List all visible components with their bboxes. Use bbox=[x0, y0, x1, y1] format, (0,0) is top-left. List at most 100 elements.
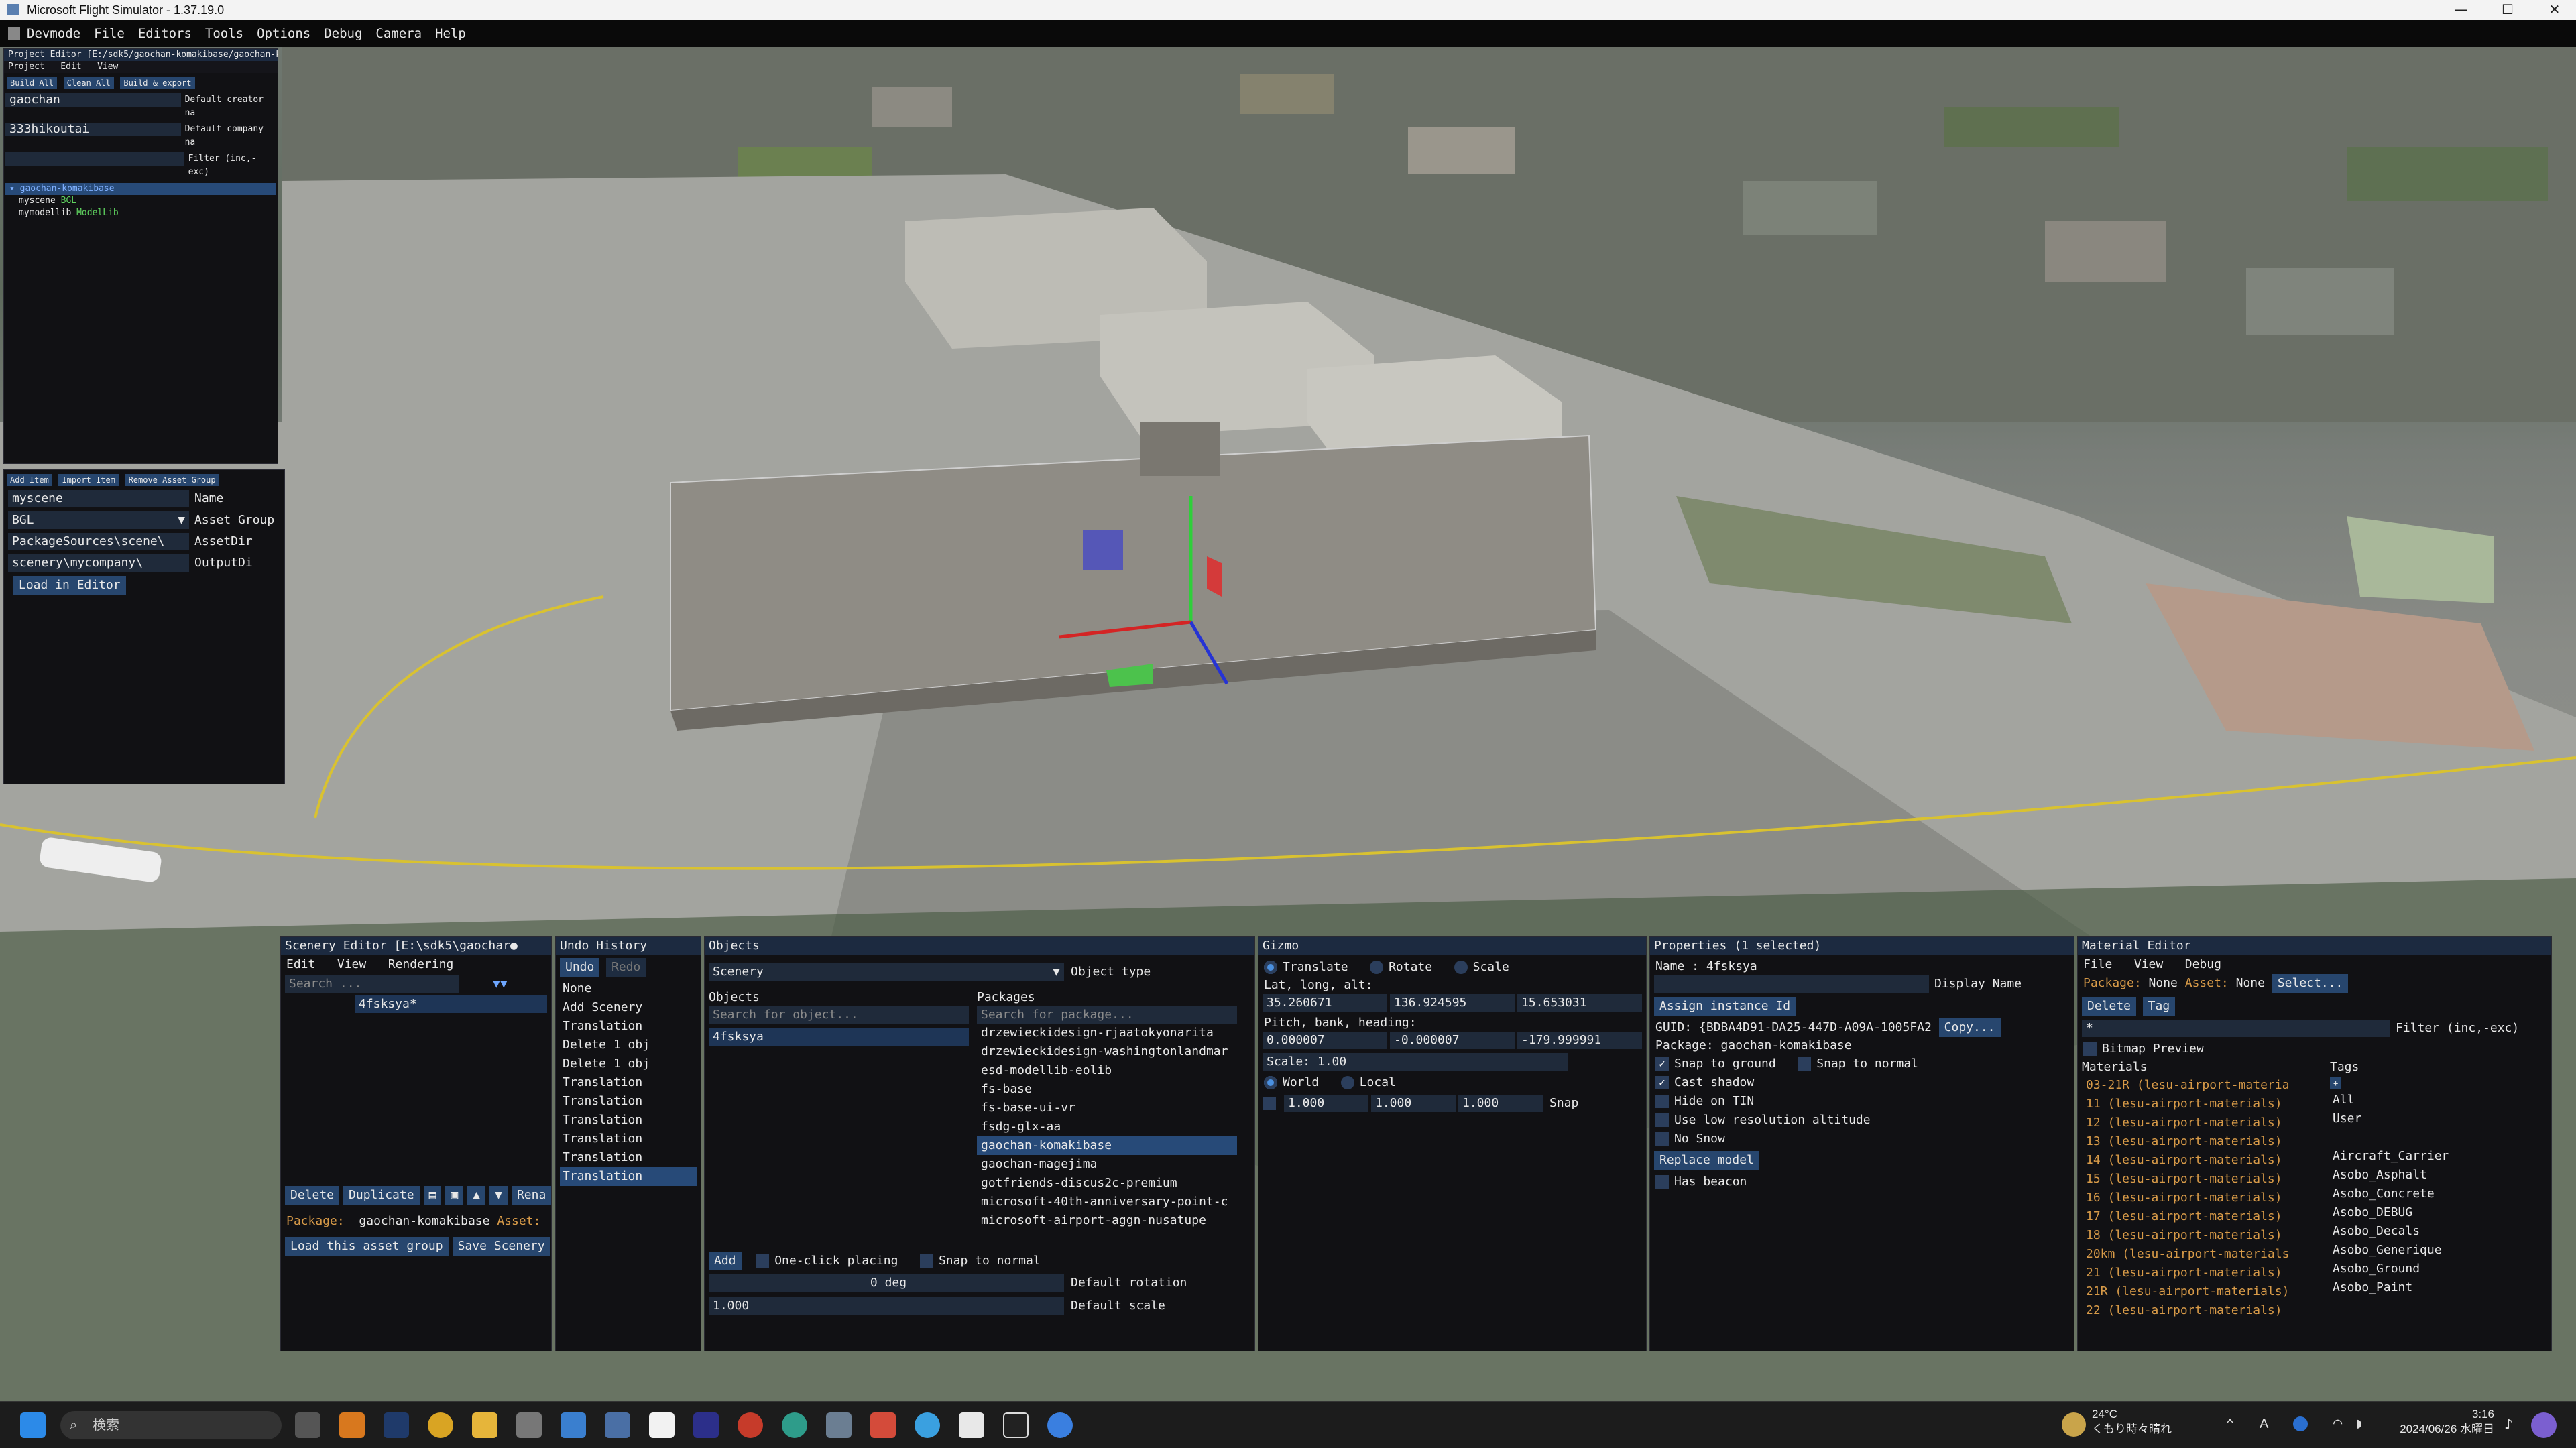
package-item[interactable]: fs-base bbox=[977, 1080, 1237, 1099]
material-tag-button[interactable]: Tag bbox=[2142, 997, 2176, 1016]
asset-group-select[interactable]: BGL ▼ bbox=[8, 511, 189, 529]
snap-x-field[interactable]: 1.000 bbox=[1284, 1095, 1368, 1112]
asset-name-field[interactable]: myscene bbox=[8, 490, 189, 507]
menu-view[interactable]: View bbox=[337, 957, 366, 971]
menu-view[interactable]: View bbox=[97, 62, 118, 72]
close-button[interactable]: ✕ bbox=[2534, 0, 2575, 20]
material-item[interactable]: 18 (lesu-airport-materials) bbox=[2082, 1226, 2317, 1245]
calculator-icon[interactable] bbox=[826, 1412, 852, 1438]
load-in-editor-button[interactable]: Load in Editor bbox=[13, 576, 126, 595]
material-item[interactable]: 14 (lesu-airport-materials) bbox=[2082, 1151, 2317, 1170]
tag-item[interactable]: Aircraft_Carrier bbox=[2330, 1147, 2538, 1166]
add-tag-icon[interactable]: + bbox=[2330, 1077, 2342, 1089]
menu-options[interactable]: Options bbox=[250, 26, 317, 41]
filter-icon[interactable]: ▼▼ bbox=[459, 975, 508, 993]
undo-button[interactable]: Undo bbox=[560, 958, 600, 977]
material-editor-title[interactable]: Material Editor bbox=[2078, 937, 2551, 955]
taskbar-search[interactable]: ⌕ 検索 bbox=[60, 1411, 282, 1439]
low-res-checkbox[interactable] bbox=[1655, 1113, 1669, 1127]
material-item[interactable]: 03-21R (lesu-airport-materia bbox=[2082, 1076, 2317, 1095]
scenery-editor-title[interactable]: Scenery Editor [E:\sdk5\gaochar● bbox=[281, 937, 551, 955]
weather-widget[interactable]: 24°C くもり時々晴れ bbox=[2092, 1407, 2172, 1437]
material-item[interactable]: 11 (lesu-airport-materials) bbox=[2082, 1095, 2317, 1113]
material-item[interactable]: 21R (lesu-airport-materials) bbox=[2082, 1282, 2317, 1301]
browser-icon[interactable] bbox=[1047, 1412, 1073, 1438]
move-down-icon[interactable]: ▼ bbox=[489, 1186, 508, 1205]
assign-instance-id-button[interactable]: Assign instance Id bbox=[1654, 997, 1796, 1016]
window-icon[interactable] bbox=[1003, 1412, 1029, 1438]
scenery-search-input[interactable]: Search ... bbox=[285, 975, 459, 993]
notification-icon[interactable]: ♪ bbox=[2504, 1416, 2513, 1433]
copy-button[interactable]: Copy... bbox=[1938, 1018, 2001, 1037]
menu-rendering[interactable]: Rendering bbox=[388, 957, 454, 971]
world-radio[interactable] bbox=[1264, 1076, 1277, 1089]
object-type-select[interactable]: Scenery ▼ bbox=[709, 963, 1064, 981]
default-rotation-slider[interactable]: 0 deg bbox=[709, 1274, 1064, 1292]
edge-icon[interactable] bbox=[782, 1412, 807, 1438]
replace-model-button[interactable]: Replace model bbox=[1654, 1151, 1759, 1170]
menu-tools[interactable]: Tools bbox=[198, 26, 250, 41]
prop-snap-normal-checkbox[interactable] bbox=[1798, 1057, 1812, 1071]
creator-field[interactable]: gaochan bbox=[5, 93, 181, 107]
no-snow-checkbox[interactable] bbox=[1655, 1132, 1669, 1146]
clock[interactable]: 3:16 2024/06/26 水曜日 bbox=[2387, 1407, 2494, 1437]
select-button[interactable]: Select... bbox=[2272, 974, 2349, 993]
menu-edit[interactable]: Edit bbox=[286, 957, 315, 971]
network-app-icon[interactable] bbox=[2293, 1416, 2308, 1431]
menu-help[interactable]: Help bbox=[428, 26, 473, 41]
task-view-icon[interactable] bbox=[295, 1412, 320, 1438]
remove-asset-group-button[interactable]: Remove Asset Group bbox=[125, 474, 219, 486]
undo-history-item[interactable]: Translation bbox=[560, 1130, 697, 1148]
default-scale-field[interactable]: 1.000 bbox=[709, 1297, 1064, 1315]
beacon-checkbox[interactable] bbox=[1655, 1175, 1669, 1189]
material-item[interactable]: 16 (lesu-airport-materials) bbox=[2082, 1189, 2317, 1207]
ime-indicator[interactable]: A bbox=[2260, 1416, 2268, 1432]
delete-button[interactable]: Delete bbox=[285, 1186, 340, 1205]
pitch-field[interactable]: 0.000007 bbox=[1263, 1032, 1387, 1049]
add-item-button[interactable]: Add Item bbox=[7, 474, 52, 486]
rename-button[interactable]: Rena bbox=[511, 1186, 552, 1205]
settings-icon[interactable] bbox=[516, 1412, 542, 1438]
material-item[interactable]: 17 (lesu-airport-materials) bbox=[2082, 1207, 2317, 1226]
duplicate-button[interactable]: Duplicate bbox=[343, 1186, 420, 1205]
undo-history-item[interactable]: Translation bbox=[560, 1017, 697, 1036]
clean-all-button[interactable]: Clean All bbox=[63, 77, 114, 89]
alt-field[interactable]: 15.653031 bbox=[1517, 994, 1642, 1012]
package-item[interactable]: gaochan-magejima bbox=[977, 1155, 1237, 1174]
scenery-item[interactable]: 4fsksya* bbox=[355, 996, 547, 1013]
menu-camera[interactable]: Camera bbox=[369, 26, 428, 41]
add-button[interactable]: Add bbox=[709, 1252, 742, 1270]
redo-button[interactable]: Redo bbox=[606, 958, 646, 977]
msfs-icon[interactable] bbox=[384, 1412, 409, 1438]
volume-icon[interactable]: ◗ bbox=[2355, 1415, 2363, 1432]
translate-radio[interactable] bbox=[1264, 961, 1277, 974]
filter-field[interactable] bbox=[5, 152, 184, 166]
menu-debug[interactable]: Debug bbox=[317, 26, 369, 41]
bank-field[interactable]: -0.000007 bbox=[1390, 1032, 1515, 1049]
one-click-checkbox[interactable] bbox=[756, 1254, 770, 1268]
package-item[interactable]: gaochan-komakibase bbox=[977, 1136, 1237, 1155]
material-item[interactable]: 15 (lesu-airport-materials) bbox=[2082, 1170, 2317, 1189]
tag-item[interactable]: Asobo_Ground bbox=[2330, 1260, 2538, 1278]
package-item[interactable]: microsoft-airport-aggn-nusatupe bbox=[977, 1211, 1237, 1230]
menu-file[interactable]: File bbox=[2083, 957, 2112, 971]
save-scenery-button[interactable]: Save Scenery bbox=[452, 1237, 550, 1256]
asset-dir-field[interactable]: PackageSources\scene\ bbox=[8, 533, 189, 550]
undo-history-title[interactable]: Undo History bbox=[556, 937, 701, 955]
folder-open-icon[interactable]: ▣ bbox=[445, 1186, 464, 1205]
material-item[interactable]: 21 (lesu-airport-materials) bbox=[2082, 1264, 2317, 1282]
undo-history-item[interactable]: Add Scenery bbox=[560, 998, 697, 1017]
tree-mymodellib[interactable]: mymodellib ModelLib bbox=[4, 207, 278, 219]
notepad-icon[interactable] bbox=[561, 1412, 586, 1438]
file-explorer-icon[interactable] bbox=[472, 1412, 497, 1438]
snap-ground-checkbox[interactable]: ✓ bbox=[1655, 1057, 1669, 1071]
gmail-icon[interactable] bbox=[870, 1412, 896, 1438]
menu-file[interactable]: File bbox=[87, 26, 131, 41]
book-icon[interactable] bbox=[959, 1412, 984, 1438]
material-item[interactable]: 12 (lesu-airport-materials) bbox=[2082, 1113, 2317, 1132]
menu-debug[interactable]: Debug bbox=[2185, 957, 2221, 971]
copilot-icon[interactable] bbox=[2531, 1412, 2557, 1438]
undo-history-item[interactable]: None bbox=[560, 979, 697, 998]
hide-tin-checkbox[interactable] bbox=[1655, 1095, 1669, 1108]
tag-item[interactable]: User bbox=[2330, 1109, 2538, 1128]
